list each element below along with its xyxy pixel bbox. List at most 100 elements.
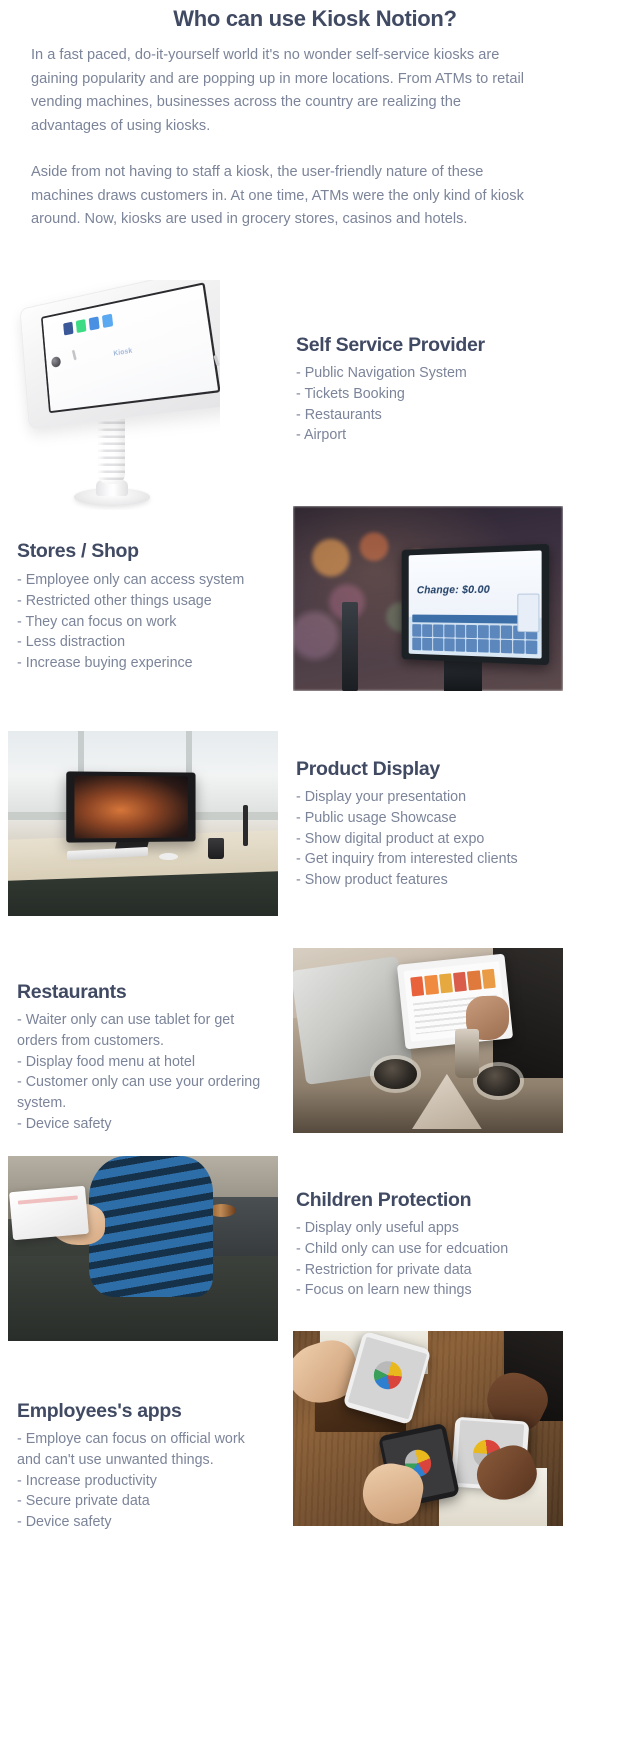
kiosk-app-icons — [63, 313, 114, 336]
list-item: - Get inquiry from interested clients — [296, 851, 518, 868]
app-icon-facebook — [63, 321, 74, 336]
intro-paragraph-1: In a fast paced, do-it-yourself world it… — [31, 47, 524, 134]
key — [489, 639, 500, 653]
list-item: - Focus on learn new things — [296, 1282, 472, 1299]
tablet-device — [8, 1186, 89, 1241]
app-icon-lightblue — [101, 313, 114, 328]
list-item: - Less distraction — [17, 634, 126, 651]
list-item: - Public Navigation System — [296, 365, 467, 381]
list-item: - Restriction for private data — [296, 1261, 472, 1278]
key — [443, 624, 454, 638]
tile — [438, 973, 453, 994]
store-pos-terminal-photo: Change: $0.00 — [293, 506, 563, 691]
pos-post — [341, 602, 358, 691]
key — [432, 624, 443, 637]
page-title: Who can use Kiosk Notion? — [173, 6, 457, 31]
key — [454, 624, 466, 638]
section-list-employees-apps: - Employe can focus on official work and… — [17, 1429, 262, 1533]
list-item: - Secure private data — [17, 1493, 150, 1510]
menu-tiles — [410, 968, 496, 997]
kiosk-tablet-stand-photo: Kiosk — [10, 280, 220, 510]
key — [443, 637, 454, 651]
section-title-children-protection: Children Protection — [296, 1189, 472, 1211]
key — [525, 639, 537, 654]
key — [422, 623, 432, 637]
employees-phones-photo — [293, 1331, 563, 1526]
tile — [424, 974, 439, 995]
intro-paragraphs: In a fast paced, do-it-yourself world it… — [31, 44, 531, 232]
cup — [207, 838, 224, 859]
list-item: - Employee only can access system — [17, 572, 245, 588]
list-item: - Restricted other things usage — [17, 592, 212, 609]
tile — [467, 970, 482, 991]
phone-screen — [347, 1336, 428, 1419]
list-item: - Employe can focus on official work and… — [17, 1431, 249, 1468]
display-screen — [74, 775, 189, 839]
tile — [481, 968, 496, 989]
key — [512, 639, 525, 654]
list-item: - Device safety — [17, 1115, 112, 1132]
bowl — [374, 1059, 418, 1089]
app-icon-green — [75, 319, 87, 334]
list-item: - Increase productivity — [17, 1472, 157, 1489]
tile — [410, 976, 425, 997]
page-root: Who can use Kiosk Notion? In a fast pace… — [0, 0, 630, 1750]
tablet-screen-content — [17, 1195, 78, 1206]
key — [411, 637, 422, 650]
key — [454, 638, 466, 652]
pie-chart — [371, 1358, 406, 1393]
pos-screen: Change: $0.00 — [407, 549, 541, 659]
list-item: - They can focus on work — [17, 613, 177, 630]
pos-stand — [444, 657, 482, 691]
kiosk-frame: Kiosk — [19, 280, 220, 430]
list-item: - Public usage Showcase — [296, 809, 457, 826]
list-item: - Display only useful apps — [296, 1220, 459, 1236]
list-item: - Airport — [296, 427, 347, 444]
section-title-employees-apps: Employees's apps — [17, 1400, 182, 1422]
app-icon-blue — [88, 316, 100, 331]
list-item: - Display your presentation — [296, 789, 467, 805]
key — [500, 625, 512, 639]
intro-paragraph-2: Aside from not having to staff a kiosk, … — [31, 164, 524, 227]
list-item: - Increase buying experince — [17, 655, 193, 672]
key — [477, 624, 489, 639]
pos-change-text: Change: $0.00 — [416, 583, 490, 596]
list-item: - Tickets Booking — [296, 385, 405, 402]
cruet — [455, 1029, 480, 1078]
kiosk-screen-logo: Kiosk — [113, 347, 133, 358]
section-title-stores-shop: Stores / Shop — [17, 540, 139, 562]
list-item: - Device safety — [17, 1514, 112, 1531]
key — [465, 624, 477, 638]
key — [489, 624, 500, 639]
key — [477, 638, 489, 653]
restaurant-tablet-photo — [293, 948, 563, 1133]
list-item: - Waiter only can use tablet for get ord… — [17, 1012, 239, 1049]
section-list-restaurants: - Waiter only can use tablet for get ord… — [17, 1010, 269, 1135]
section-list-product-display: - Display your presentation - Public usa… — [296, 787, 616, 891]
wooden-chair — [211, 1167, 235, 1311]
section-list-self-service-provider: - Public Navigation System - Tickets Boo… — [296, 363, 606, 446]
pen — [242, 805, 249, 846]
desk-monitor-display-photo — [8, 731, 278, 916]
tile — [453, 971, 468, 992]
key — [422, 637, 432, 651]
pos-side-panel — [516, 593, 540, 633]
kiosk-screen: Kiosk — [40, 282, 220, 414]
key — [411, 623, 422, 637]
list-item: - Show digital product at expo — [296, 830, 485, 847]
section-list-stores-shop: - Employee only can access system - Rest… — [17, 570, 287, 674]
section-list-children-protection: - Display only useful apps - Child only … — [296, 1218, 616, 1301]
section-title-product-display: Product Display — [296, 758, 440, 780]
list-item: - Child only can use for edcuation — [296, 1240, 509, 1257]
pen-display-monitor — [66, 771, 196, 843]
key — [465, 638, 477, 652]
bowl — [476, 1066, 520, 1096]
section-title-restaurants: Restaurants — [17, 981, 127, 1003]
section-title-self-service-provider: Self Service Provider — [296, 334, 485, 356]
list-item: - Customer only can use your ordering sy… — [17, 1074, 265, 1112]
child-striped-shirt — [89, 1156, 214, 1297]
list-item: - Display food menu at hotel — [17, 1053, 196, 1070]
pos-monitor: Change: $0.00 — [401, 543, 549, 665]
key — [500, 639, 512, 653]
list-item: - Restaurants — [296, 406, 382, 423]
